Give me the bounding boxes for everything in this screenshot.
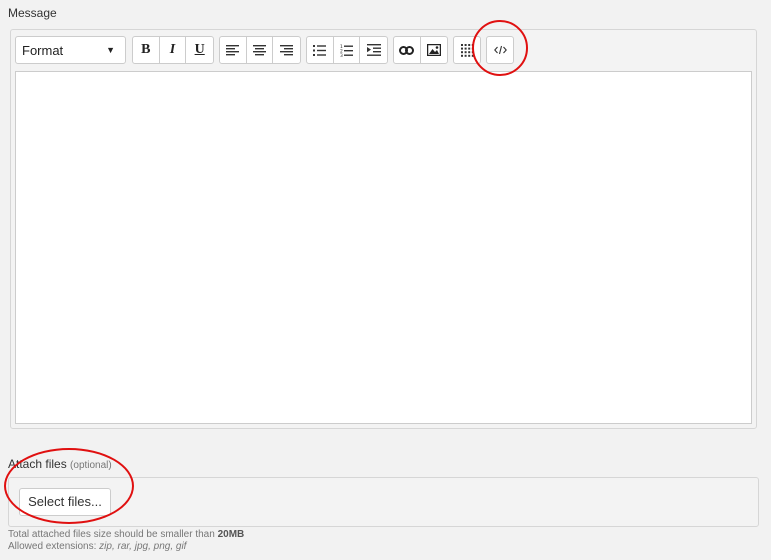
numbered-list-icon: 123 [340,44,353,57]
size-limit-note: Total attached files size should be smal… [8,529,244,540]
size-limit-text: Total attached files size should be smal… [8,529,215,540]
chevron-down-icon: ▼ [106,45,115,55]
insert-image-button[interactable] [421,37,447,63]
underline-icon: U [194,42,205,57]
insert-table-button[interactable] [454,37,480,63]
align-right-icon [280,44,294,55]
size-limit-value: 20MB [217,529,245,540]
align-center-icon [253,44,266,55]
code-icon [493,45,507,55]
numbered-list-button[interactable]: 123 [334,37,361,63]
optional-hint: (optional) [70,460,112,471]
message-label: Message [8,6,57,20]
align-left-icon [226,44,240,55]
insert-group [393,36,448,64]
bullet-list-button[interactable] [307,37,334,63]
alignment-group [219,36,301,64]
message-body-input[interactable] [15,71,752,424]
extensions-prefix: Allowed extensions: [8,541,97,552]
attach-files-label: Attach files (optional) [8,457,112,471]
source-group [486,36,514,64]
attach-files-text: Attach files [8,457,67,471]
format-dropdown[interactable]: Format ▼ [15,36,126,64]
format-dropdown-label: Format [22,43,64,58]
source-code-button[interactable] [487,37,513,63]
list-group: 123 [306,36,388,64]
indent-icon [366,44,381,56]
attach-files-box: Select files... [8,477,759,527]
extensions-list: zip, rar, jpg, png, gif [99,541,187,552]
link-icon [399,45,415,55]
italic-button[interactable]: I [160,37,187,63]
table-group [453,36,481,64]
bold-button[interactable]: B [133,37,160,63]
rich-text-editor: Format ▼ B I U 1 2 3 [10,29,757,429]
table-icon [460,43,474,57]
align-center-button[interactable] [247,37,274,63]
image-icon [426,44,441,56]
align-right-button[interactable] [273,37,300,63]
bold-icon: B [141,42,151,57]
bullet-list-icon [313,44,327,56]
align-left-button[interactable] [220,37,247,63]
text-style-group: B I U [132,36,214,64]
italic-icon: I [169,42,176,57]
extensions-note: Allowed extensions: zip, rar, jpg, png, … [8,541,186,552]
select-files-button[interactable]: Select files... [19,488,111,516]
underline-button[interactable]: U [186,37,213,63]
insert-link-button[interactable] [394,37,421,63]
svg-text:3: 3 [340,53,343,57]
indent-button[interactable] [360,37,387,63]
